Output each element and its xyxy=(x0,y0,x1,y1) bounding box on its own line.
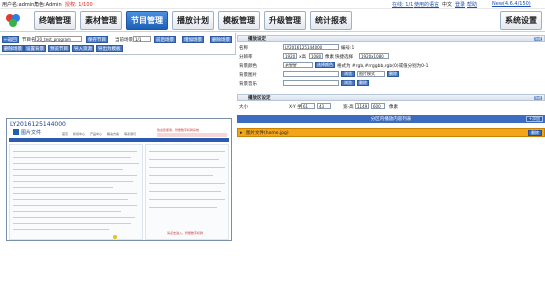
file-item-label: 图片文件(home.jpg) xyxy=(246,130,289,136)
image-mode-select[interactable]: 图片模式 xyxy=(357,71,385,77)
preview-content-left xyxy=(9,144,143,240)
nav-template[interactable]: 模板管理 xyxy=(218,11,260,30)
scene-settings-header[interactable]: 播放设定 隐藏 xyxy=(237,35,545,42)
bgmusic-browse-button[interactable]: 浏览 xyxy=(341,80,355,86)
resolution-label: 分辨率 xyxy=(239,55,253,60)
bgmusic-label: 背景音乐 xyxy=(239,82,257,87)
height-input[interactable]: 1080 xyxy=(309,53,323,59)
delete-scene-button-2[interactable]: 删除场景 xyxy=(2,45,24,52)
preview-subtitle: 图片文件 xyxy=(21,130,42,136)
file-list-title: 分区内播放内容列表 xyxy=(370,117,412,122)
nav-upgrade[interactable]: 升级管理 xyxy=(264,11,306,30)
resize-handle[interactable] xyxy=(113,235,117,239)
logo-icon xyxy=(4,11,22,30)
size-label: 大小 xyxy=(239,105,248,110)
preview-nav-bar xyxy=(9,138,229,142)
expand-arrow-icon[interactable]: ▸ xyxy=(240,130,243,136)
preview-title: LY2016125144000 xyxy=(10,121,66,128)
quick-select-dropdown[interactable]: 1920x1080 xyxy=(359,53,389,59)
role-label: 角色:Admin xyxy=(34,2,62,8)
preview-tab: 新闻中心 xyxy=(73,132,86,136)
nav-material[interactable]: 素材管理 xyxy=(80,11,122,30)
preview-tabs: 首页 新闻中心 产品中心 解决方案 联系我们 xyxy=(62,132,142,136)
set-background-button[interactable]: 设置背景 xyxy=(24,45,46,52)
prev-scene-button[interactable]: 前后场景 xyxy=(154,36,176,43)
delete-file-button[interactable]: 删除 xyxy=(528,130,542,136)
preview-footer-right: 请点击进入，智能数字标牌 xyxy=(167,231,204,235)
scene-settings-title: 播放设定 xyxy=(248,36,266,42)
quick-select-label: 快捷选择 xyxy=(335,55,353,60)
nav-terminal[interactable]: 终端管理 xyxy=(34,11,76,30)
preview-tab: 首页 xyxy=(62,132,69,136)
x-input[interactable]: 61 xyxy=(301,103,315,109)
wh-label: 宽-高 xyxy=(343,105,354,110)
bgmusic-input[interactable] xyxy=(283,80,339,86)
nav-schedule[interactable]: 播放计划 xyxy=(172,11,214,30)
preview-banner xyxy=(157,133,227,137)
preview-tab: 产品中心 xyxy=(90,132,103,136)
add-file-button[interactable]: +添加 xyxy=(525,116,543,122)
bgimage-label: 背景图片 xyxy=(239,73,257,78)
bgcolor-label: 背景颜色 xyxy=(239,64,257,69)
preview-program-button[interactable]: 预览节目 xyxy=(48,45,70,52)
preview-tab: 解决方案 xyxy=(107,132,120,136)
preview-tab: 联系我们 xyxy=(124,132,137,136)
auth-label: 授权: 1/100 xyxy=(65,2,93,8)
help-link[interactable]: 帮助 xyxy=(467,1,477,8)
export-template-button[interactable]: 导出为模板 xyxy=(96,45,123,52)
region-settings-title: 播放区设定 xyxy=(248,95,271,101)
bgcolor-hint: 格式为 #rgb,#rrggbb,rgb(0)或值分别为0-1 xyxy=(337,64,429,69)
name-label: 名称 xyxy=(239,46,248,51)
region-settings-header[interactable]: 播放区设定 隐藏 xyxy=(237,94,545,101)
delete-scene-button[interactable]: 删除场景 xyxy=(210,36,232,43)
import-resource-button[interactable]: 导入资源 xyxy=(72,45,94,52)
pixel-unit-label: 像素 xyxy=(325,55,334,60)
bgcolor-input[interactable]: #ffffff xyxy=(283,62,313,68)
nav-program[interactable]: 节目管理 xyxy=(126,11,168,30)
add-scene-button[interactable]: 增加场景 xyxy=(182,36,204,43)
save-program-button[interactable]: 保存节目 xyxy=(86,36,108,43)
login-link[interactable]: 登录 xyxy=(455,1,465,8)
back-button[interactable]: ←返回 xyxy=(2,36,19,43)
online-link[interactable]: 在线: 1/1 xyxy=(392,1,413,8)
height-x-label: x高 xyxy=(299,55,307,60)
version-link[interactable]: New(4.6.4/150) xyxy=(492,1,531,7)
file-list-item[interactable]: ▸ 图片文件(home.jpg) 删除 xyxy=(237,128,545,137)
pick-color-button[interactable]: 选择颜色 xyxy=(315,62,335,68)
xy-label: X-Y 坐 xyxy=(289,105,302,110)
scene-settings-toggle[interactable]: 隐藏 xyxy=(534,37,542,41)
preview-logo-icon xyxy=(13,129,19,135)
preview-header-right: 欢迎您使用，智能数字标牌系统 xyxy=(157,128,200,132)
region-settings-toggle[interactable]: 隐藏 xyxy=(534,96,542,100)
scene-no-label: 编号:1 xyxy=(341,46,355,51)
main-nav: 终端管理 素材管理 节目管理 播放计划 模板管理 升级管理 统计报表 系统设置 xyxy=(0,9,545,32)
scene-select[interactable]: 1/1 xyxy=(133,36,151,42)
right-properties-panel: 播放设定 隐藏 名称 LY2016125144000 编号:1 分辨率 1920… xyxy=(237,33,545,307)
file-list-header: 分区内播放内容列表 +添加 xyxy=(237,115,545,123)
username-label: 用户名:admin xyxy=(2,2,35,8)
width-input[interactable]: 1920 xyxy=(283,53,297,59)
program-name-input[interactable]: 20_test_program xyxy=(35,36,82,42)
top-info-bar: 用户名:admin 角色:Admin 授权: 1/100 在线: 1/1 使用的… xyxy=(0,0,545,9)
y-input[interactable]: 43 xyxy=(317,103,331,109)
name-input[interactable]: LY2016125144000 xyxy=(283,44,339,50)
h-input[interactable]: 600 xyxy=(371,103,385,109)
nav-report[interactable]: 统计报表 xyxy=(310,11,352,30)
bgimage-browse-button[interactable]: 浏览 xyxy=(341,71,355,77)
bgmusic-delete-button[interactable]: 删除 xyxy=(357,80,369,86)
bgimage-delete-button[interactable]: 删除 xyxy=(387,71,399,77)
bgimage-input[interactable] xyxy=(283,71,339,77)
language-value: 中文 xyxy=(442,2,453,8)
region-unit-label: 像素 xyxy=(389,105,398,110)
scene-preview[interactable]: LY2016125144000 图片文件 欢迎您使用，智能数字标牌系统 首页 新… xyxy=(6,118,232,241)
w-input[interactable]: 1149 xyxy=(355,103,369,109)
current-scene-label: 当前场景 xyxy=(115,38,133,43)
language-link[interactable]: 使用的语言 xyxy=(414,1,439,8)
nav-settings[interactable]: 系统设置 xyxy=(500,11,542,30)
